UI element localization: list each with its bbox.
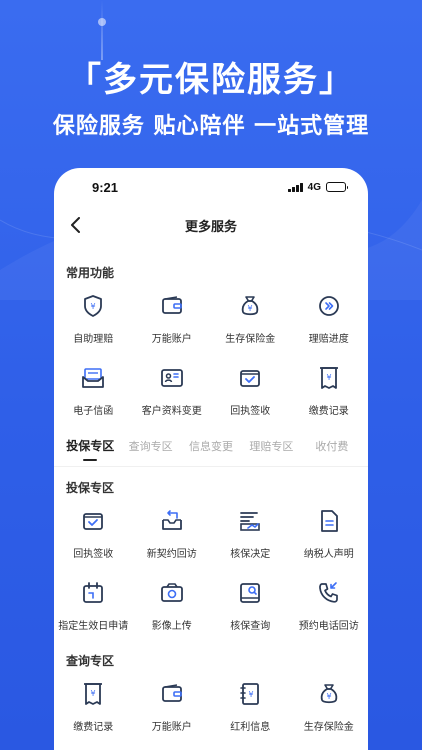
back-button[interactable] xyxy=(64,213,88,237)
category-tabs: 投保专区 查询专区 信息变更 理赔专区 收付费 xyxy=(54,427,368,467)
service-item[interactable]: ¥ 缴费记录 xyxy=(290,355,369,427)
tab-item[interactable]: 收付费 xyxy=(302,438,362,466)
service-item[interactable]: 预约电话回访 xyxy=(290,570,369,642)
money-bag-icon: ¥ xyxy=(316,681,342,707)
service-item-label: 新契约回访 xyxy=(146,549,197,560)
status-bar: 9:21 4G xyxy=(54,168,368,206)
service-item[interactable]: 电子信函 xyxy=(54,355,133,427)
chevron-left-icon xyxy=(71,217,80,233)
return-visit-icon xyxy=(159,508,185,534)
service-item-label: 生存保险金 xyxy=(225,334,276,345)
phone-screen: 9:21 4G 更多服务 常用功能 ¥ 自助理赔 万能账户 ¥ 生存保险金 理赔进度 电子信… xyxy=(54,168,368,750)
receipt-check-icon xyxy=(80,508,106,534)
service-item[interactable]: 核保查询 xyxy=(211,570,290,642)
underwriting-icon xyxy=(237,508,263,534)
service-item[interactable]: ¥ 生存保险金 xyxy=(290,671,369,743)
service-item-label: 万能账户 xyxy=(151,722,192,733)
service-item-label: 红利信息 xyxy=(230,722,271,733)
service-item[interactable]: 回执签收 xyxy=(211,355,290,427)
tab-item[interactable]: 投保专区 xyxy=(60,437,120,466)
money-bag-icon: ¥ xyxy=(237,293,263,319)
service-item[interactable]: 万能账户 xyxy=(133,671,212,743)
service-item-label: 万能账户 xyxy=(151,334,192,345)
bonus-book-icon: ¥ xyxy=(237,681,263,707)
service-item[interactable]: 核保决定 xyxy=(211,498,290,570)
page-title: 更多服务 xyxy=(184,219,237,235)
service-item[interactable]: 指定生效日申请 xyxy=(54,570,133,642)
service-item-label: 理赔进度 xyxy=(308,334,349,345)
svg-text:¥: ¥ xyxy=(91,302,96,311)
svg-text:¥: ¥ xyxy=(248,304,253,313)
service-item-label: 回执签收 xyxy=(230,406,271,417)
service-item[interactable]: 理赔进度 xyxy=(290,283,369,355)
signal-icon xyxy=(288,182,303,192)
payment-record-icon: ¥ xyxy=(316,365,342,391)
decor-dot xyxy=(98,18,106,26)
service-item-label: 电子信函 xyxy=(73,406,114,417)
mail-icon xyxy=(80,365,106,391)
service-item-label: 核保查询 xyxy=(230,621,271,632)
service-item[interactable]: ¥ 红利信息 xyxy=(211,671,290,743)
payment-record-icon: ¥ xyxy=(80,681,106,707)
wallet-icon xyxy=(159,293,185,319)
service-item-label: 核保决定 xyxy=(230,549,271,560)
hero-headline: 「多元保险服务」 xyxy=(67,60,355,100)
service-item-label: 自助理赔 xyxy=(73,334,114,345)
service-item[interactable]: 客户资料变更 xyxy=(133,355,212,427)
section-title-insure: 投保专区 xyxy=(66,481,115,495)
service-item-label: 纳税人声明 xyxy=(303,549,354,560)
progress-circle-icon xyxy=(316,293,342,319)
wallet-icon xyxy=(159,681,185,707)
service-item-label: 客户资料变更 xyxy=(141,406,202,417)
service-item-label: 缴费记录 xyxy=(73,722,114,733)
tab-item[interactable]: 查询专区 xyxy=(120,438,180,466)
insure-grid: 回执签收 新契约回访 核保决定 纳税人声明指定生效日申请 影像上传 核保查询 预约电话回访 xyxy=(54,498,368,642)
service-item[interactable]: ¥ 缴费记录 xyxy=(54,671,133,743)
phone-callback-icon xyxy=(316,580,342,606)
section-title-query: 查询专区 xyxy=(66,654,115,668)
service-item-label: 回执签收 xyxy=(73,549,114,560)
svg-text:¥: ¥ xyxy=(249,690,254,699)
service-item[interactable]: ¥ 生存保险金 xyxy=(211,283,290,355)
hero-subline: 保险服务 贴心陪伴 一站式管理 xyxy=(52,114,370,139)
id-card-icon xyxy=(159,365,185,391)
shield-yen-icon: ¥ xyxy=(80,293,106,319)
status-indicators: 4G xyxy=(288,181,348,193)
decor-line xyxy=(101,0,103,60)
nav-bar: 更多服务 xyxy=(54,206,368,244)
service-item[interactable]: 新契约回访 xyxy=(133,498,212,570)
receipt-check-icon xyxy=(237,365,263,391)
service-item[interactable]: 影像上传 xyxy=(133,570,212,642)
section-title-common: 常用功能 xyxy=(66,266,115,280)
service-item[interactable]: ¥ 自助理赔 xyxy=(54,283,133,355)
document-icon xyxy=(316,508,342,534)
tab-item[interactable]: 信息变更 xyxy=(181,438,241,466)
camera-icon xyxy=(159,580,185,606)
svg-text:¥: ¥ xyxy=(326,373,331,382)
service-item-label: 预约电话回访 xyxy=(298,621,359,632)
svg-text:¥: ¥ xyxy=(91,689,96,698)
service-item-label: 影像上传 xyxy=(151,621,192,632)
service-item-label: 生存保险金 xyxy=(303,722,354,733)
svg-text:¥: ¥ xyxy=(326,692,331,701)
service-item[interactable]: 回执签收 xyxy=(54,498,133,570)
common-grid: ¥ 自助理赔 万能账户 ¥ 生存保险金 理赔进度电子信函 客户资料变更 回执签收 ¥ 缴费记录 xyxy=(54,283,368,427)
tab-item[interactable]: 理赔专区 xyxy=(241,438,301,466)
search-doc-icon xyxy=(237,580,263,606)
status-time: 9:21 xyxy=(92,179,119,195)
service-item[interactable]: 纳税人声明 xyxy=(290,498,369,570)
network-label: 4G xyxy=(307,181,321,193)
battery-icon xyxy=(326,182,348,192)
service-item[interactable]: 万能账户 xyxy=(133,283,212,355)
service-item-label: 指定生效日申请 xyxy=(58,621,129,632)
query-grid: ¥ 缴费记录 万能账户 ¥ 红利信息 ¥ 生存保险金 xyxy=(54,671,368,743)
service-item-label: 缴费记录 xyxy=(308,406,349,417)
calendar-icon xyxy=(80,580,106,606)
